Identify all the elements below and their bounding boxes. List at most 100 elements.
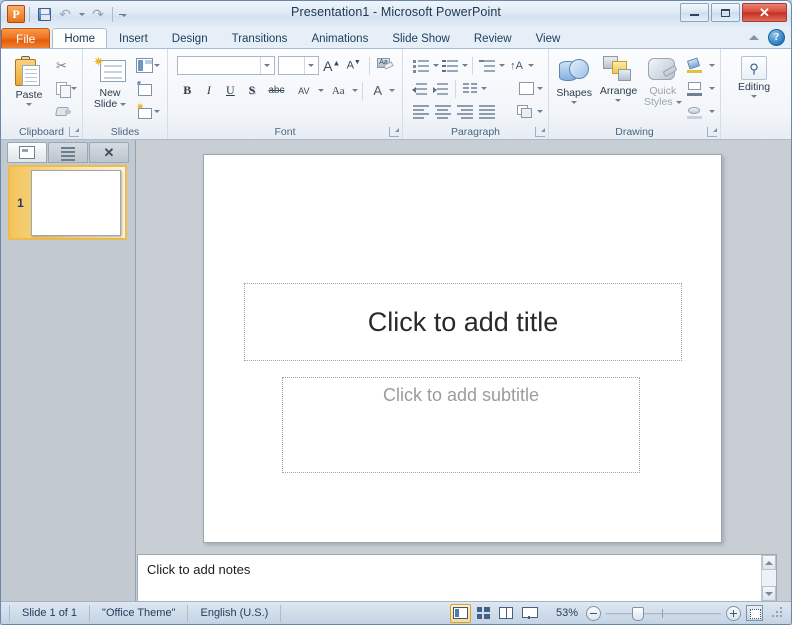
notes-scroll-up-button[interactable] (762, 555, 776, 570)
align-right-button[interactable] (455, 101, 474, 122)
font-size-combo[interactable] (278, 56, 319, 75)
normal-view-icon (453, 607, 468, 619)
fit-to-window-button[interactable] (746, 605, 763, 621)
zoom-out-button[interactable] (586, 606, 601, 621)
notes-scroll-down-button[interactable] (762, 586, 776, 601)
new-slide-button[interactable]: ✷ New Slide (86, 53, 134, 124)
line-spacing-button[interactable] (477, 55, 498, 76)
chevron-down-icon[interactable] (528, 64, 534, 67)
close-pane-button[interactable]: ✕ (89, 142, 129, 163)
view-button-slide-show[interactable] (519, 604, 540, 623)
font-color-button[interactable]: A (367, 80, 388, 101)
arrange-button[interactable]: Arrange (596, 53, 640, 124)
text-shadow-button[interactable]: S (242, 80, 263, 101)
notes-scrollbar[interactable] (761, 555, 776, 601)
chevron-down-icon[interactable] (481, 87, 487, 90)
convert-to-smartart-button[interactable] (515, 101, 534, 122)
drawing-dialog-launcher[interactable] (707, 127, 717, 137)
tab-slides[interactable] (7, 142, 47, 163)
clear-formatting-button[interactable]: Aa (376, 55, 395, 76)
zoom-slider[interactable] (606, 606, 721, 621)
columns-button[interactable] (460, 78, 480, 99)
close-button[interactable]: ✕ (742, 3, 787, 22)
maximize-button[interactable] (711, 3, 740, 22)
clipboard-dialog-launcher[interactable] (69, 127, 79, 137)
tab-review[interactable]: Review (462, 28, 524, 49)
chevron-down-icon[interactable] (537, 110, 543, 113)
minimize-icon (690, 14, 699, 16)
tab-insert[interactable]: Insert (107, 28, 160, 49)
tab-design[interactable]: Design (160, 28, 220, 49)
underline-button[interactable]: U (220, 80, 241, 101)
shapes-button[interactable]: Shapes (552, 53, 596, 124)
cut-button[interactable]: ✂ (54, 55, 79, 77)
grow-font-button[interactable]: A▲ (322, 55, 341, 76)
chevron-down-icon[interactable] (462, 64, 468, 67)
align-text-button[interactable] (516, 78, 536, 99)
text-direction-button[interactable]: ↑A (506, 55, 527, 76)
justify-button[interactable] (477, 101, 496, 122)
thumbnail-preview (31, 170, 121, 236)
view-button-reading[interactable] (496, 604, 517, 623)
decrease-indent-button[interactable] (411, 78, 431, 99)
section-button[interactable]: ✷ (134, 101, 162, 123)
quick-styles-button[interactable]: Quick Styles (641, 53, 685, 124)
italic-button[interactable]: I (199, 80, 220, 101)
tab-animations[interactable]: Animations (299, 28, 380, 49)
slide-canvas[interactable]: Click to add title Click to add subtitle (203, 154, 722, 543)
slide-thumbnail-1[interactable]: 1 (8, 165, 127, 240)
paste-label: Paste (16, 90, 43, 101)
chevron-down-icon[interactable] (433, 64, 439, 67)
chevron-down-icon[interactable] (537, 87, 543, 90)
format-painter-button[interactable] (54, 101, 79, 123)
change-case-button[interactable]: Aa (325, 80, 351, 101)
minimize-ribbon-button[interactable] (746, 30, 762, 46)
layout-button[interactable] (134, 55, 162, 77)
minimize-button[interactable] (680, 3, 709, 22)
chevron-down-icon[interactable] (352, 89, 358, 92)
character-spacing-button[interactable]: AV (291, 80, 317, 101)
view-button-slide-sorter[interactable] (473, 604, 494, 623)
title-placeholder[interactable]: Click to add title (244, 283, 682, 361)
notes-pane[interactable]: Click to add notes (137, 554, 777, 602)
chevron-down-icon[interactable] (318, 89, 324, 92)
strikethrough-button[interactable]: abc (263, 80, 289, 101)
font-dialog-launcher[interactable] (389, 127, 399, 137)
resize-grip[interactable] (772, 607, 784, 619)
zoom-slider-track (606, 613, 721, 615)
numbering-button[interactable] (440, 55, 461, 76)
zoom-level-label[interactable]: 53% (548, 607, 586, 619)
status-theme[interactable]: "Office Theme" (90, 605, 188, 622)
tab-home[interactable]: Home (52, 28, 107, 49)
align-left-button[interactable] (411, 101, 430, 122)
tab-outline[interactable] (48, 142, 88, 163)
zoom-slider-handle[interactable] (632, 607, 644, 621)
paragraph-dialog-launcher[interactable] (535, 127, 545, 137)
editing-button[interactable]: ⚲ Editing (728, 53, 780, 124)
view-button-normal[interactable] (450, 604, 471, 623)
paste-button[interactable]: Paste (4, 53, 54, 124)
chevron-down-icon[interactable] (389, 89, 395, 92)
tab-view[interactable]: View (524, 28, 573, 49)
chevron-down-icon (751, 95, 757, 98)
tab-file[interactable]: File (1, 28, 50, 49)
shape-fill-button[interactable] (685, 55, 717, 77)
copy-button[interactable] (54, 78, 79, 100)
help-button[interactable]: ? (768, 29, 785, 46)
shape-outline-button[interactable] (685, 78, 717, 100)
bold-button[interactable]: B (177, 80, 198, 101)
bullets-button[interactable] (411, 55, 432, 76)
tab-slide-show[interactable]: Slide Show (380, 28, 462, 49)
chevron-down-icon[interactable] (499, 64, 505, 67)
shrink-font-button[interactable]: A▼ (344, 55, 363, 76)
status-language[interactable]: English (U.S.) (188, 605, 281, 622)
zoom-in-button[interactable] (726, 606, 741, 621)
increase-indent-button[interactable] (432, 78, 452, 99)
tab-transitions[interactable]: Transitions (220, 28, 300, 49)
shape-effects-button[interactable] (685, 101, 717, 123)
subtitle-placeholder[interactable]: Click to add subtitle (282, 377, 640, 473)
align-center-button[interactable] (433, 101, 452, 122)
reset-button[interactable]: ↖ (134, 78, 162, 100)
status-slide-count[interactable]: Slide 1 of 1 (9, 605, 90, 622)
font-name-combo[interactable] (177, 56, 275, 75)
